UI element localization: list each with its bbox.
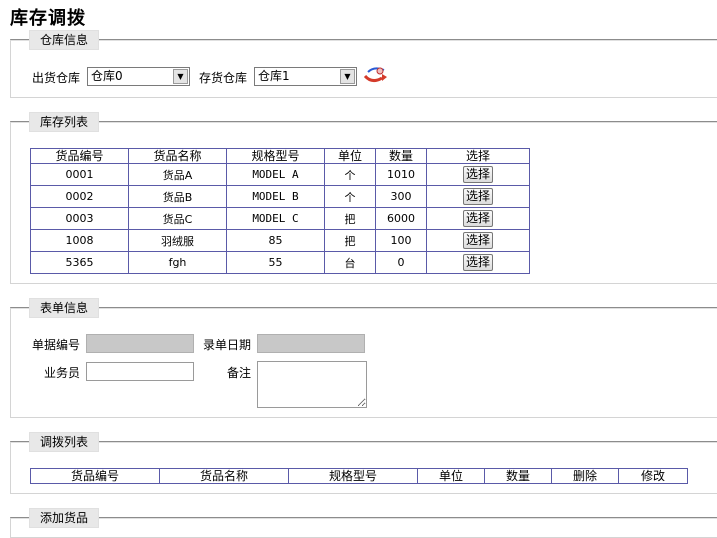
doc-no-field xyxy=(86,334,194,353)
cell-code: 0003 xyxy=(30,207,129,230)
column-header: 货品名称 xyxy=(159,468,289,484)
table-row: 5365 fgh 55 台 0 选择 xyxy=(30,251,530,274)
cell-name: 羽绒服 xyxy=(128,229,227,252)
chevron-down-icon[interactable]: ▼ xyxy=(173,69,188,84)
cell-unit: 把 xyxy=(324,207,376,230)
cell-unit: 台 xyxy=(324,251,376,274)
stock-table: 货品编号 货品名称 规格型号 单位 数量 选择 0001 货品A MODEL A… xyxy=(30,148,530,274)
date-label: 录单日期 xyxy=(203,338,252,352)
cell-qty: 6000 xyxy=(375,207,427,230)
cell-qty: 100 xyxy=(375,229,427,252)
cell-name: fgh xyxy=(128,251,227,274)
warehouse-info-legend: 仓库信息 xyxy=(29,30,100,50)
cell-qty: 300 xyxy=(375,185,427,208)
stock-list-legend: 库存列表 xyxy=(29,112,100,132)
clerk-label: 业务员 xyxy=(44,366,81,380)
add-goods-legend: 添加货品 xyxy=(29,508,100,528)
transfer-icon[interactable] xyxy=(362,64,390,86)
in-warehouse-select[interactable]: 仓库1 ▼ xyxy=(254,67,357,86)
column-header: 数量 xyxy=(375,148,427,164)
table-row: 0003 货品C MODEL C 把 6000 选择 xyxy=(30,207,530,230)
clerk-field[interactable] xyxy=(86,362,194,381)
cell-name: 货品B xyxy=(128,185,227,208)
cell-spec: 85 xyxy=(226,229,325,252)
cell-code: 1008 xyxy=(30,229,129,252)
add-goods-section: 添加货品 xyxy=(10,508,717,538)
cell-spec: MODEL B xyxy=(226,185,325,208)
transfer-table: 货品编号 货品名称 规格型号 单位 数量 删除 修改 xyxy=(30,468,688,484)
remark-label: 备注 xyxy=(227,366,252,380)
date-field xyxy=(257,334,365,353)
column-header: 单位 xyxy=(324,148,376,164)
cell-unit: 把 xyxy=(324,229,376,252)
in-warehouse-value: 仓库1 xyxy=(258,69,290,83)
cell-select: 选择 xyxy=(426,163,530,186)
cell-spec: MODEL C xyxy=(226,207,325,230)
transfer-list-section: 调拨列表 xyxy=(10,432,717,494)
cell-select: 选择 xyxy=(426,185,530,208)
cell-select: 选择 xyxy=(426,207,530,230)
out-warehouse-label: 出货仓库 xyxy=(32,71,81,85)
form-info-legend: 表单信息 xyxy=(29,298,100,318)
column-header: 选择 xyxy=(426,148,530,164)
table-row: 0001 货品A MODEL A 个 1010 选择 xyxy=(30,163,530,186)
column-header: 删除 xyxy=(551,468,619,484)
chevron-down-icon[interactable]: ▼ xyxy=(340,69,355,84)
column-header: 货品名称 xyxy=(128,148,227,164)
column-header: 单位 xyxy=(417,468,485,484)
table-row: 0002 货品B MODEL B 个 300 选择 xyxy=(30,185,530,208)
cell-qty: 0 xyxy=(375,251,427,274)
table-row: 1008 羽绒服 85 把 100 选择 xyxy=(30,229,530,252)
out-warehouse-value: 仓库0 xyxy=(91,69,123,83)
cell-code: 5365 xyxy=(30,251,129,274)
cell-name: 货品C xyxy=(128,207,227,230)
page-title: 库存调拨 xyxy=(10,8,86,29)
cell-name: 货品A xyxy=(128,163,227,186)
doc-no-label: 单据编号 xyxy=(32,338,81,352)
select-button[interactable]: 选择 xyxy=(462,254,493,271)
transfer-list-legend: 调拨列表 xyxy=(29,432,100,452)
cell-qty: 1010 xyxy=(375,163,427,186)
select-button[interactable]: 选择 xyxy=(462,188,493,205)
cell-spec: 55 xyxy=(226,251,325,274)
column-header: 货品编号 xyxy=(30,468,160,484)
cell-spec: MODEL A xyxy=(226,163,325,186)
cell-code: 0002 xyxy=(30,185,129,208)
select-button[interactable]: 选择 xyxy=(462,210,493,227)
cell-select: 选择 xyxy=(426,229,530,252)
select-button[interactable]: 选择 xyxy=(462,166,493,183)
cell-select: 选择 xyxy=(426,251,530,274)
column-header: 货品编号 xyxy=(30,148,129,164)
column-header: 修改 xyxy=(618,468,688,484)
in-warehouse-label: 存货仓库 xyxy=(199,71,248,85)
column-header: 规格型号 xyxy=(226,148,325,164)
cell-code: 0001 xyxy=(30,163,129,186)
remark-textarea[interactable] xyxy=(257,361,367,408)
column-header: 规格型号 xyxy=(288,468,418,484)
select-button[interactable]: 选择 xyxy=(462,232,493,249)
cell-unit: 个 xyxy=(324,163,376,186)
transfer-table-header: 货品编号 货品名称 规格型号 单位 数量 删除 修改 xyxy=(30,468,688,484)
stock-table-header: 货品编号 货品名称 规格型号 单位 数量 选择 xyxy=(30,148,530,164)
cell-unit: 个 xyxy=(324,185,376,208)
column-header: 数量 xyxy=(484,468,552,484)
out-warehouse-select[interactable]: 仓库0 ▼ xyxy=(87,67,190,86)
